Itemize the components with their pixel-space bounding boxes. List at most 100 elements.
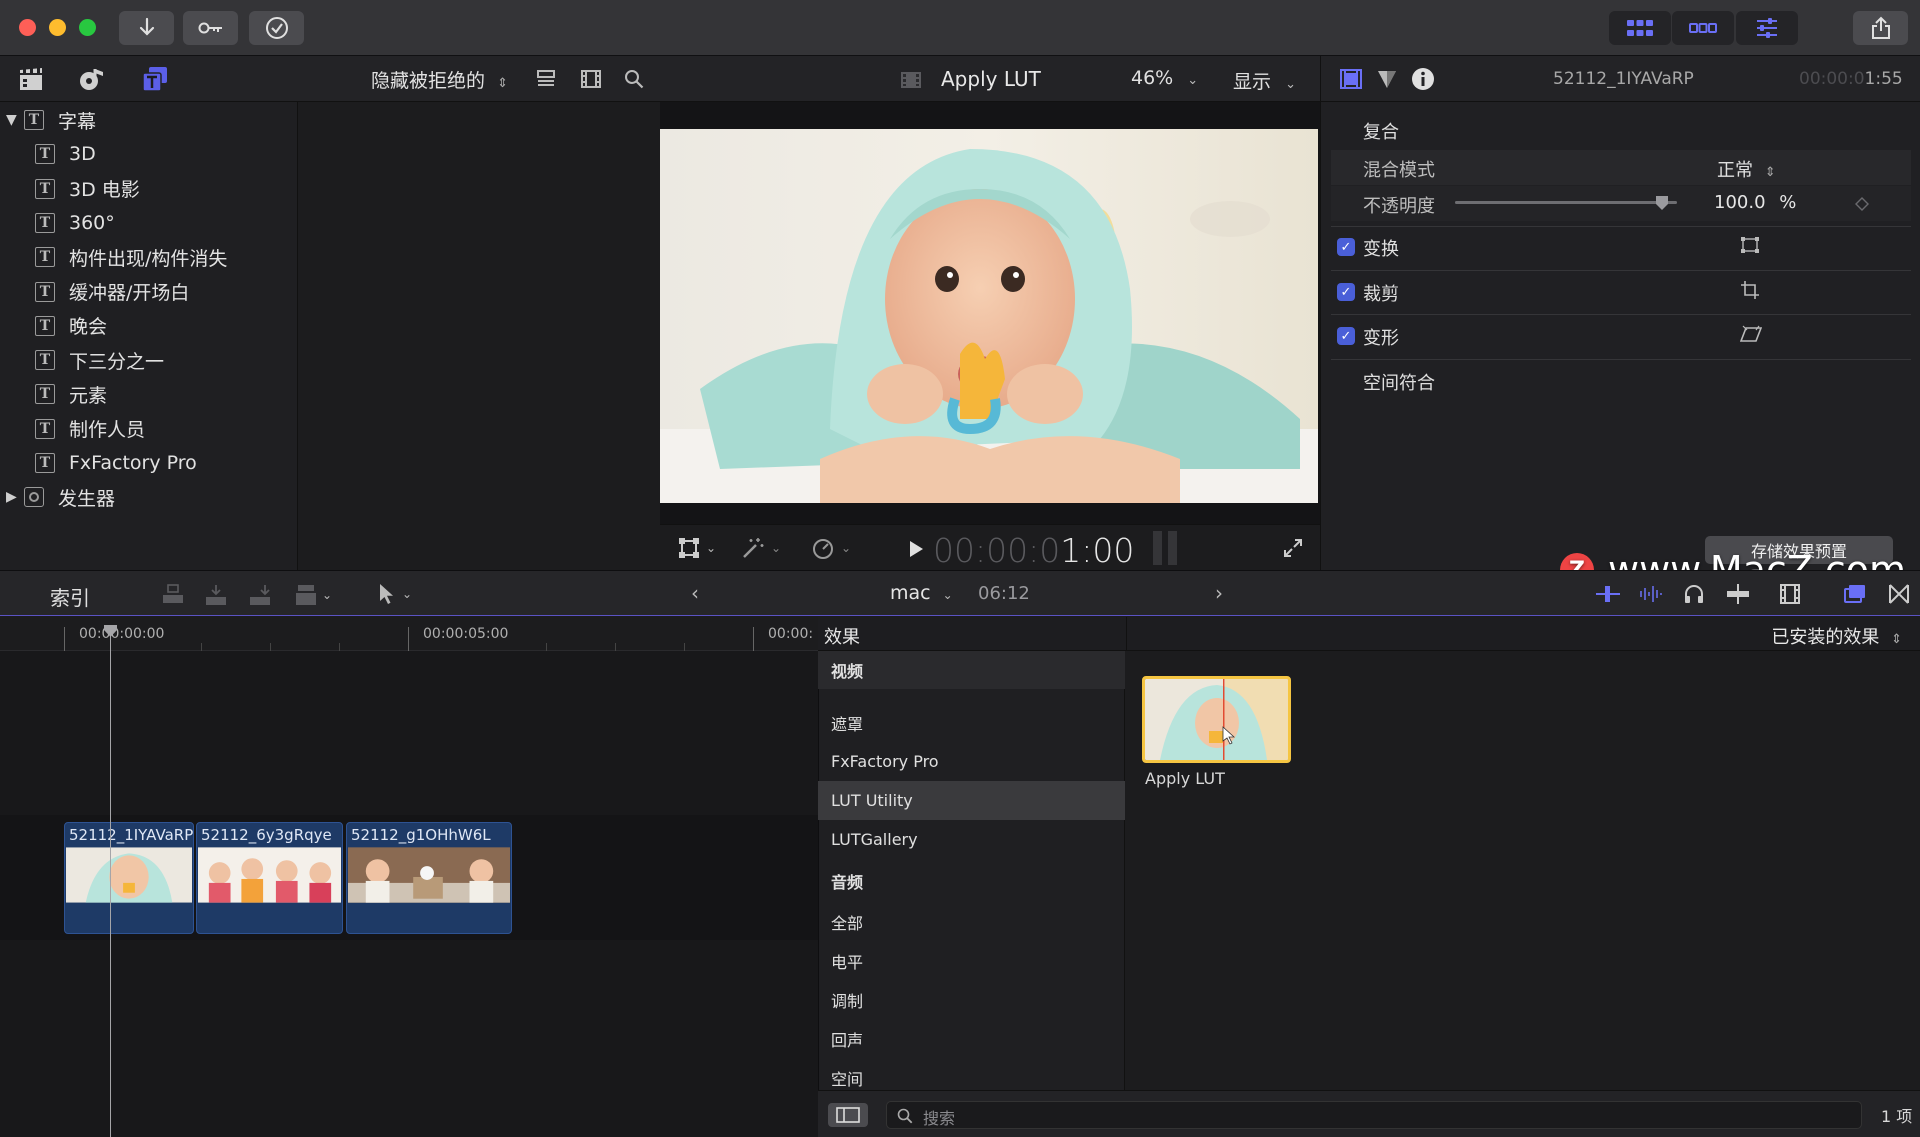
overwrite-clip-popup[interactable]: ⌄ bbox=[294, 583, 332, 607]
timeline-index-button[interactable]: 索引 bbox=[50, 582, 90, 611]
connect-clip-button[interactable] bbox=[161, 583, 185, 607]
sidebar-item[interactable]: T 缓冲器/开场白 bbox=[0, 275, 298, 309]
opacity-slider-track[interactable] bbox=[1455, 201, 1677, 204]
sidebar-item[interactable]: T 制作人员 bbox=[0, 412, 298, 446]
timecode-dim: 00:00:0 bbox=[933, 531, 1061, 570]
video-inspector-tab[interactable] bbox=[1340, 69, 1362, 89]
installed-effects-popup[interactable]: 已安装的效果 ⇕ bbox=[1771, 623, 1902, 649]
tool-popup[interactable]: ⌄ bbox=[378, 583, 412, 605]
background-tasks-button[interactable] bbox=[249, 11, 304, 45]
disclosure-open-icon[interactable]: ▼ bbox=[6, 112, 24, 128]
opacity-value-field[interactable]: 100.0 % bbox=[1714, 192, 1796, 213]
sidebar-item[interactable]: T 元素 bbox=[0, 377, 298, 411]
sidebar-item[interactable]: T 下三分之一 bbox=[0, 343, 298, 377]
info-inspector-tab[interactable] bbox=[1411, 67, 1435, 91]
filter-popup[interactable]: 隐藏被拒绝的 ⇕ bbox=[371, 66, 508, 93]
spatial-conform-section-header[interactable]: 空间符合 bbox=[1363, 369, 1435, 395]
zoom-popup[interactable]: 46% ⌄ bbox=[1131, 67, 1198, 89]
sidebar-toggle-button[interactable] bbox=[828, 1103, 868, 1127]
audio-skimming-button[interactable] bbox=[1638, 583, 1664, 605]
blend-mode-popup[interactable]: 正常 ⇕ bbox=[1717, 156, 1776, 182]
effect-item-label[interactable]: Apply LUT bbox=[1145, 769, 1225, 788]
timeline-clip[interactable]: 52112_1IYAVaRP bbox=[64, 822, 194, 934]
effects-category-item[interactable]: FxFactory Pro bbox=[818, 742, 1125, 781]
append-clip-button[interactable] bbox=[248, 583, 272, 607]
effects-category-item[interactable]: 调制 bbox=[818, 980, 1125, 1019]
import-button[interactable] bbox=[119, 11, 174, 45]
solo-button[interactable] bbox=[1683, 583, 1705, 605]
view-options-popup[interactable]: 显示 ⌄ bbox=[1233, 67, 1296, 94]
sidebar-item[interactable]: T 3D 电影 bbox=[0, 172, 298, 206]
sidebar-item[interactable]: ▶ 发生器 bbox=[0, 480, 298, 514]
transform-onscreen-button[interactable] bbox=[1740, 236, 1760, 254]
effects-category-item[interactable]: 全部 bbox=[818, 902, 1125, 941]
opacity-keyframe-button[interactable] bbox=[1855, 197, 1869, 211]
effects-search-field[interactable]: 搜索 bbox=[886, 1101, 1862, 1129]
playhead-handle[interactable] bbox=[104, 625, 117, 637]
enhancements-popup[interactable]: ⌄ bbox=[741, 537, 781, 559]
snapping-button[interactable] bbox=[1725, 583, 1751, 605]
timeline-history-forward-button[interactable]: › bbox=[1215, 581, 1223, 605]
fullscreen-button[interactable] bbox=[1283, 538, 1303, 558]
effects-category-item[interactable]: 电平 bbox=[818, 941, 1125, 980]
sidebar-item[interactable]: ▼ T 字幕 bbox=[0, 103, 298, 137]
transform-tools-popup[interactable]: ⌄ bbox=[678, 537, 716, 559]
browser-content-area[interactable] bbox=[299, 102, 660, 570]
libraries-button[interactable] bbox=[18, 66, 44, 92]
project-popup[interactable]: mac ⌄ bbox=[890, 582, 953, 604]
transform-label: 变换 bbox=[1363, 239, 1399, 260]
minimize-window-button[interactable] bbox=[49, 19, 66, 36]
effects-category-item[interactable]: LUTGallery bbox=[818, 820, 1125, 859]
crop-checkbox[interactable]: ✓ bbox=[1337, 283, 1355, 301]
timeline-history-back-button[interactable]: ‹ bbox=[691, 581, 699, 605]
photos-audio-button[interactable] bbox=[79, 66, 107, 92]
effects-browser-toggle[interactable] bbox=[1843, 583, 1867, 605]
effects-category-item[interactable]: 空间 bbox=[818, 1058, 1125, 1090]
clip-appearance-timeline-button[interactable] bbox=[1779, 583, 1801, 605]
timeline-clip[interactable]: 52112_g1OHhW6L bbox=[346, 822, 512, 934]
crop-onscreen-button[interactable] bbox=[1740, 280, 1760, 300]
sidebar-item[interactable]: T 晚会 bbox=[0, 309, 298, 343]
insert-clip-button[interactable] bbox=[204, 583, 228, 607]
transform-checkbox[interactable]: ✓ bbox=[1337, 238, 1355, 256]
viewer[interactable] bbox=[660, 102, 1320, 524]
effects-grid[interactable]: Apply LUT bbox=[1126, 651, 1920, 1090]
share-button[interactable] bbox=[1853, 11, 1908, 45]
opacity-slider-thumb[interactable] bbox=[1655, 195, 1669, 211]
filmstrip-view-button[interactable] bbox=[580, 69, 602, 89]
sidebar-item[interactable]: T 3D bbox=[0, 137, 298, 171]
show-inspector-button[interactable] bbox=[1736, 11, 1798, 45]
ruler-label: 00:00:00:00 bbox=[79, 626, 165, 642]
color-inspector-tab[interactable] bbox=[1376, 69, 1398, 89]
close-window-button[interactable] bbox=[19, 19, 36, 36]
playhead[interactable] bbox=[110, 625, 111, 1137]
transitions-browser-toggle[interactable] bbox=[1888, 583, 1910, 605]
zoom-window-button[interactable] bbox=[79, 19, 96, 36]
distort-checkbox[interactable]: ✓ bbox=[1337, 327, 1355, 345]
play-button[interactable] bbox=[908, 540, 924, 558]
disclosure-closed-icon[interactable]: ▶ bbox=[6, 489, 24, 505]
effects-category-header[interactable]: 音频 bbox=[818, 861, 1125, 900]
sidebar-item[interactable]: T 构件出现/构件消失 bbox=[0, 240, 298, 274]
timecode-display[interactable]: 00:00:01:00 bbox=[933, 531, 1134, 570]
effect-thumbnail-apply-lut[interactable] bbox=[1142, 676, 1291, 763]
effects-category-item[interactable]: 回声 bbox=[818, 1019, 1125, 1058]
video-skimming-button[interactable] bbox=[1595, 583, 1621, 605]
timeline-clip[interactable]: 52112_6y3gRqye bbox=[196, 822, 343, 934]
effects-category-header[interactable]: 视频 bbox=[818, 651, 1125, 689]
clip-appearance-button[interactable] bbox=[535, 69, 557, 89]
sidebar-item[interactable]: T 360° bbox=[0, 206, 298, 240]
titles-generators-button[interactable] bbox=[141, 66, 169, 92]
show-browser-button[interactable] bbox=[1609, 11, 1671, 45]
distort-onscreen-button[interactable] bbox=[1740, 325, 1762, 343]
effects-category-item[interactable]: 遮罩 bbox=[818, 703, 1125, 742]
sidebar-item[interactable]: T FxFactory Pro bbox=[0, 446, 298, 480]
retime-popup[interactable]: ⌄ bbox=[811, 537, 851, 559]
timeline-ruler[interactable]: 00:00:00:00 00:00:05:00 00:00: bbox=[0, 617, 818, 651]
composite-section-header[interactable]: 复合 bbox=[1363, 118, 1399, 144]
show-timeline-button[interactable] bbox=[1672, 11, 1734, 45]
effects-category-list[interactable]: 视频颜色预置遮罩FxFactory ProLUT UtilityLUTGalle… bbox=[818, 651, 1125, 1090]
browser-search-button[interactable] bbox=[624, 69, 644, 89]
keywords-button[interactable] bbox=[183, 11, 238, 45]
effects-category-item[interactable]: LUT Utility bbox=[818, 781, 1125, 820]
